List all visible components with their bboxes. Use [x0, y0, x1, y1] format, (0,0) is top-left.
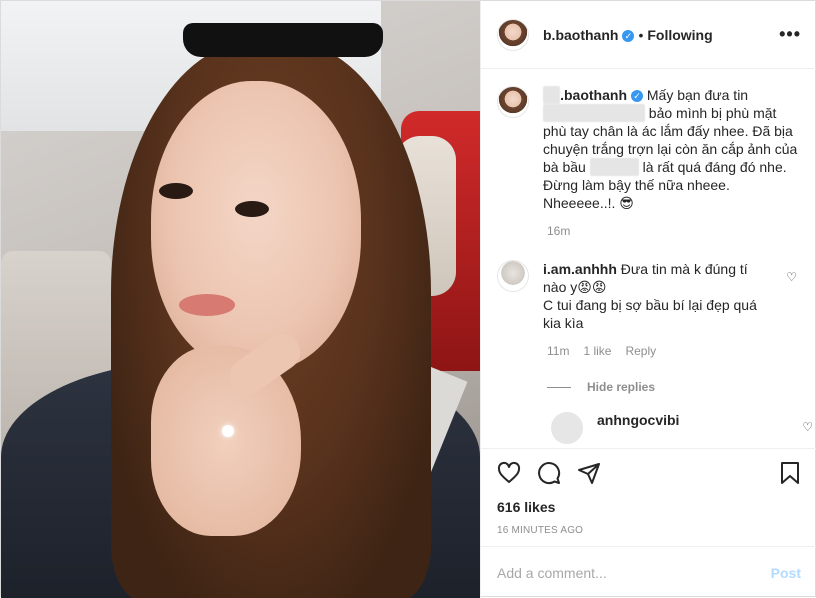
more-options-icon[interactable]: ••• [779, 24, 801, 45]
comment-line2: C tui đang bị sợ bầu bí lại đẹp quá kia … [543, 297, 757, 331]
header-separator: • [638, 26, 644, 43]
caption: bb.baothanh✓ Mấy bạn đưa tin xxxxx xxxxx… [497, 86, 801, 212]
likes-count[interactable]: 616 likes [497, 499, 801, 515]
author-username-text[interactable]: b.baothanh [543, 27, 618, 43]
author-username[interactable]: b.baothanh ✓ [543, 27, 635, 43]
verified-icon: ✓ [631, 90, 643, 102]
caption-text: bb.baothanh✓ Mấy bạn đưa tin xxxxx xxxxx… [543, 86, 801, 212]
post-comment-button[interactable]: Post [771, 565, 801, 581]
comment-like-icon[interactable]: ♡ [786, 270, 797, 284]
ring [222, 425, 234, 437]
commenter-username[interactable]: i.am.anhhh [543, 261, 617, 277]
instagram-post: b.baothanh ✓ • Following ••• bb.baothanh✓… [0, 0, 816, 598]
post-time[interactable]: 16 MINUTES AGO [497, 525, 801, 536]
comment-likes[interactable]: 1 like [583, 344, 611, 358]
share-icon[interactable] [577, 461, 601, 485]
divider-line [547, 386, 571, 388]
right-eye [235, 201, 269, 217]
caption-avatar[interactable] [497, 86, 529, 118]
bookmark-icon[interactable] [779, 461, 801, 485]
reply-item: anhngocvibi ♡ [551, 412, 813, 444]
comment-meta: 11m 1 like Reply [547, 344, 801, 358]
following-button[interactable]: Following [647, 27, 712, 43]
lips [179, 294, 235, 316]
reply-button[interactable]: Reply [625, 344, 656, 358]
post-sidebar: b.baothanh ✓ • Following ••• bb.baothanh✓… [480, 1, 816, 598]
hide-replies-button[interactable]: Hide replies [547, 380, 801, 394]
reply-username[interactable]: anhngocvibi [597, 412, 679, 444]
comment-time: 11m [547, 344, 570, 358]
author-avatar[interactable] [497, 18, 529, 51]
post-actions: 616 likes 16 MINUTES AGO [481, 448, 816, 536]
hide-replies-label[interactable]: Hide replies [587, 380, 655, 394]
like-icon[interactable] [497, 461, 521, 485]
comment-icon[interactable] [537, 461, 561, 485]
left-eye [159, 183, 193, 199]
add-comment-input[interactable] [497, 564, 771, 581]
face [151, 81, 361, 371]
comment-item: i.am.anhhh Đưa tin mà k đúng tí nào y😡😡 … [497, 260, 801, 332]
post-photo[interactable] [1, 1, 480, 598]
reply-avatar[interactable] [551, 412, 583, 444]
post-header: b.baothanh ✓ • Following ••• [481, 1, 816, 69]
reply-like-icon[interactable]: ♡ [802, 420, 813, 434]
verified-icon: ✓ [622, 29, 635, 42]
comment-text: i.am.anhhh Đưa tin mà k đúng tí nào y😡😡 … [543, 260, 773, 332]
action-icons [497, 461, 801, 485]
caption-part1: Mấy bạn đưa tin [646, 87, 749, 103]
sunglasses-emoji: 😎 [619, 195, 634, 211]
comments-section[interactable]: bb.baothanh✓ Mấy bạn đưa tin xxxxx xxxxx… [481, 70, 816, 448]
blurred-text: xxxxx xxxxxxxxx [543, 104, 645, 122]
blurred-username-prefix: bb [543, 86, 561, 104]
sunglasses [183, 23, 383, 57]
caption-time: 16m [547, 224, 571, 238]
blurred-text: xxxxxxx [589, 158, 639, 176]
commenter-avatar[interactable] [497, 260, 529, 292]
add-comment-bar: Post [481, 546, 816, 598]
caption-username[interactable]: bb.baothanh✓ [543, 86, 643, 104]
